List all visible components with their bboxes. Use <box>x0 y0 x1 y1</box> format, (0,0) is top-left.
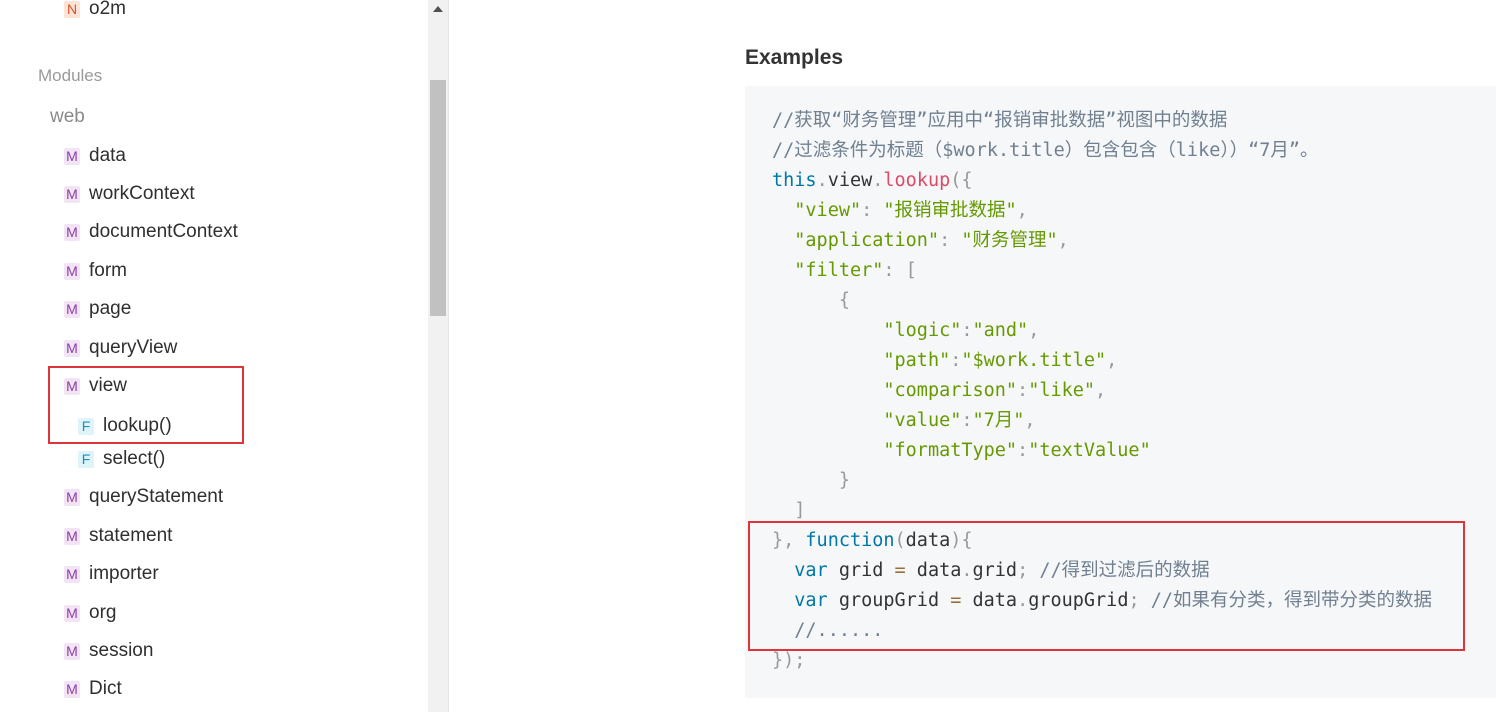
sidebar-item-data[interactable]: Mdata <box>64 145 126 167</box>
module-icon: M <box>64 642 80 660</box>
module-icon: M <box>64 339 80 357</box>
sidebar-item-org[interactable]: Morg <box>64 602 116 624</box>
sidebar-item-dict[interactable]: M Dict <box>64 678 122 700</box>
module-icon: M <box>64 604 80 622</box>
sidebar-item-documentcontext[interactable]: MdocumentContext <box>64 221 238 243</box>
sidebar: N o2m Modules web Mdata MworkContext Mdocu… <box>0 0 428 712</box>
module-icon: M <box>64 488 80 506</box>
sidebar-item-label: view <box>89 375 128 396</box>
module-icon: M <box>64 565 80 583</box>
sidebar-item-view[interactable]: Mview <box>64 375 127 397</box>
module-icon: M <box>64 680 80 698</box>
main-content: Examples //获取“财务管理”应用中“报销审批数据”视图中的数据 //过… <box>449 0 1496 712</box>
function-icon: F <box>78 450 94 468</box>
sidebar-item-label: lookup() <box>103 415 172 436</box>
sidebar-item-querystatement[interactable]: MqueryStatement <box>64 486 223 508</box>
sidebar-item-label: page <box>89 298 132 319</box>
sidebar-item-queryview[interactable]: MqueryView <box>64 337 177 359</box>
sidebar-item-label: queryStatement <box>89 486 224 507</box>
module-icon: M <box>64 223 80 241</box>
group-title-web[interactable]: web <box>50 106 85 128</box>
sidebar-item-importer[interactable]: Mimporter <box>64 563 159 585</box>
module-icon: M <box>64 300 80 318</box>
module-icon: M <box>64 527 80 545</box>
namespace-icon: N <box>64 0 80 18</box>
sidebar-item-label: session <box>89 640 154 661</box>
sidebar-item-page[interactable]: Mpage <box>64 298 131 320</box>
function-icon: F <box>78 417 94 435</box>
module-icon: M <box>64 185 80 203</box>
sidebar-item-label: workContext <box>89 183 195 204</box>
sidebar-item-lookup[interactable]: Flookup() <box>78 415 172 437</box>
sidebar-item-label: select() <box>103 448 166 469</box>
module-icon: M <box>64 377 80 395</box>
scroll-up-arrow-icon[interactable] <box>428 0 448 18</box>
module-icon: M <box>64 147 80 165</box>
sidebar-item-label: Dict <box>89 678 122 699</box>
code-block: //获取“财务管理”应用中“报销审批数据”视图中的数据 //过滤条件为标题（$w… <box>745 86 1496 698</box>
code-text: //获取“财务管理”应用中“报销审批数据”视图中的数据 //过滤条件为标题（$w… <box>772 110 1433 671</box>
sidebar-item-label: data <box>89 145 126 166</box>
sidebar-item-label: queryView <box>89 337 178 358</box>
examples-heading: Examples <box>745 46 844 69</box>
sidebar-item-label: o2m <box>89 0 126 19</box>
sidebar-scrollbar[interactable] <box>428 0 449 712</box>
sidebar-item-workcontext[interactable]: MworkContext <box>64 183 195 205</box>
sidebar-item-form[interactable]: Mform <box>64 260 127 282</box>
sidebar-item-label: documentContext <box>89 221 238 242</box>
sidebar-item-o2m[interactable]: N o2m <box>64 0 126 20</box>
sidebar-item-label: importer <box>89 563 159 584</box>
module-icon: M <box>64 262 80 280</box>
sidebar-item-label: org <box>89 602 117 623</box>
sidebar-item-session[interactable]: Msession <box>64 640 153 662</box>
sidebar-item-label: statement <box>89 525 173 546</box>
sidebar-item-statement[interactable]: Mstatement <box>64 525 172 547</box>
sidebar-item-label: form <box>89 260 127 281</box>
sidebar-item-select[interactable]: Fselect() <box>78 448 165 470</box>
section-title-modules: Modules <box>38 66 103 85</box>
scrollbar-thumb[interactable] <box>430 80 446 316</box>
